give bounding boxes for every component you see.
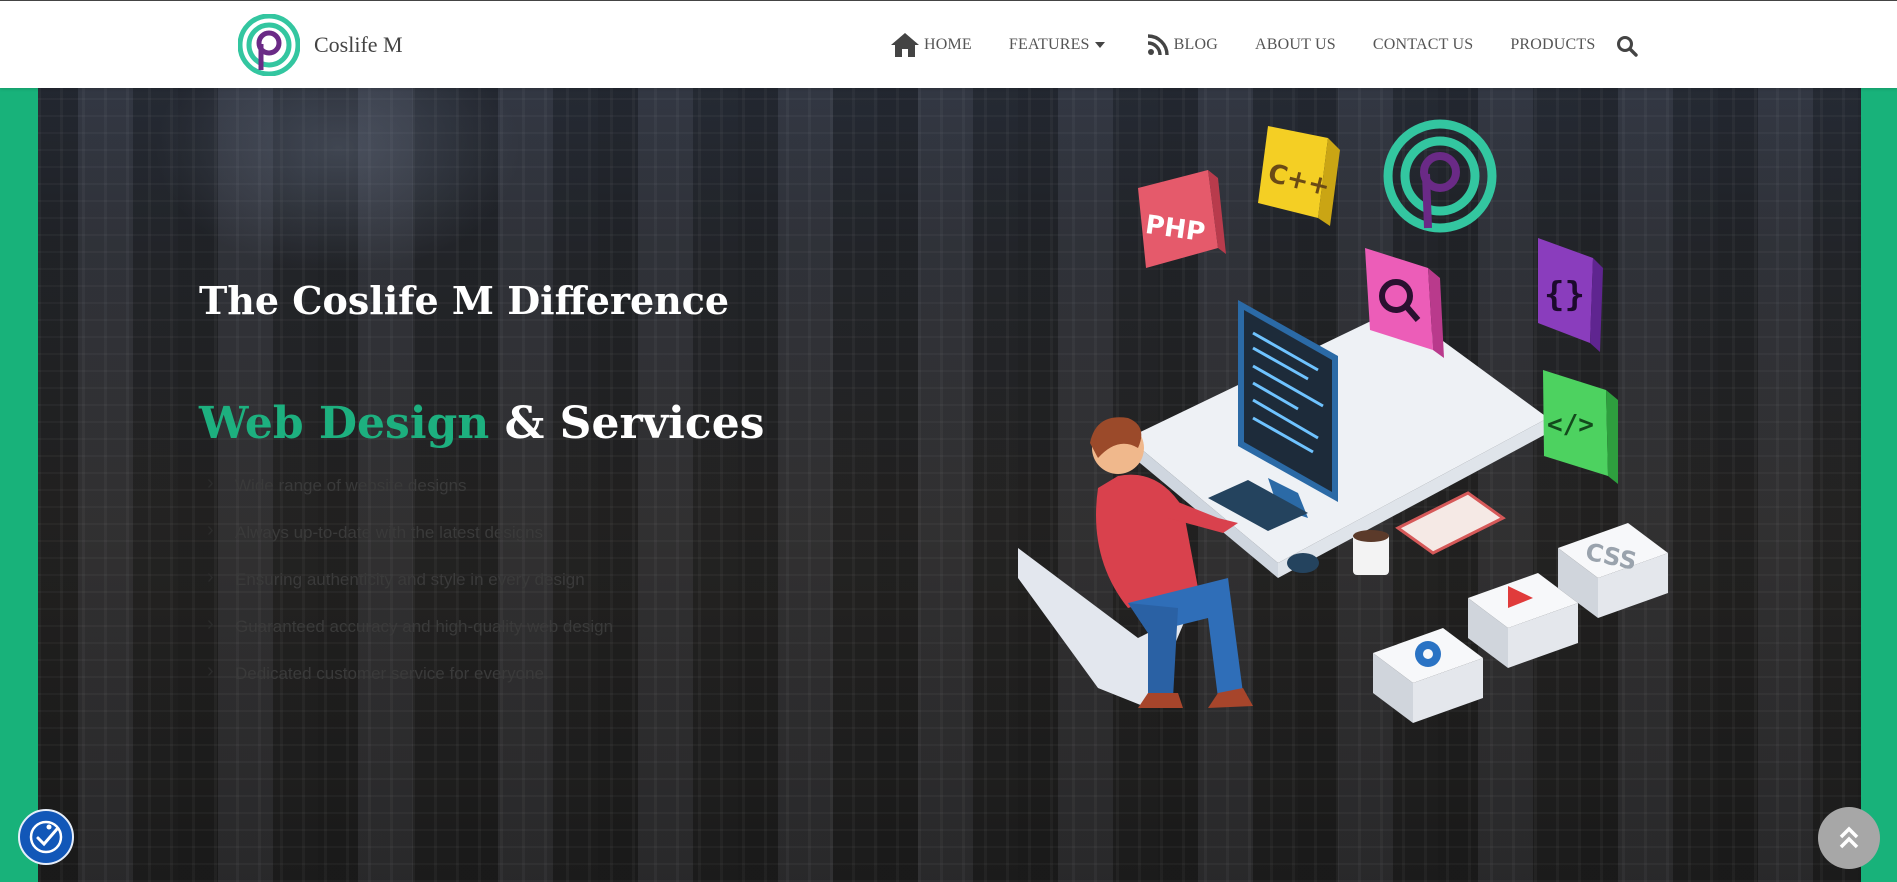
nav-blog-label: BLOG: [1173, 36, 1219, 53]
coslife-logo-icon: [238, 14, 300, 76]
hero-subtitle-accent: Web Design: [199, 398, 490, 449]
php-block: PHP: [1138, 170, 1226, 268]
web-developer-illustration: PHP C++ {} </> CSS: [1018, 119, 1668, 723]
accessibility-icon: [29, 820, 63, 854]
list-item: Guaranteed accuracy and high-quality web…: [199, 613, 613, 664]
list-item: Wide range of website designs: [199, 472, 613, 523]
brand[interactable]: Coslife M: [238, 14, 403, 76]
floating-logo-icon: [1383, 119, 1497, 233]
code-tag-block: </>: [1543, 370, 1618, 484]
svg-text:{}: {}: [1544, 275, 1585, 315]
nav-about-label: ABOUT US: [1255, 36, 1336, 53]
list-item: Dedicated customer service for everyone.: [199, 660, 613, 711]
rss-icon: [1147, 34, 1169, 56]
nav-features[interactable]: FEATURES: [1009, 36, 1109, 54]
search-icon[interactable]: [1616, 35, 1638, 57]
gear-cube: [1373, 628, 1483, 723]
svg-text:</>: </>: [1547, 410, 1594, 440]
hero-subtitle-rest: & Services: [504, 398, 765, 449]
back-to-top-button[interactable]: [1818, 807, 1880, 869]
hero-title: The Coslife M Difference: [199, 278, 730, 323]
nav-blog[interactable]: BLOG: [1146, 34, 1218, 56]
feature-list: Wide range of website designs Always up-…: [199, 472, 613, 711]
nav-products[interactable]: PRODUCTS: [1510, 36, 1595, 54]
top-navbar: Coslife M HOME FEATURES BLOG ABOUT US CO…: [0, 0, 1897, 88]
caret-down-icon: [1094, 42, 1105, 48]
nav-products-label: PRODUCTS: [1510, 36, 1596, 53]
nav-contact-label: CONTACT US: [1372, 36, 1474, 53]
main-nav: HOME FEATURES BLOG ABOUT US CONTACT US P…: [890, 1, 1633, 89]
hero-section: The Coslife M Difference Web Design & Se…: [38, 88, 1861, 882]
brand-name: Coslife M: [314, 32, 403, 57]
nav-home-label: HOME: [924, 36, 972, 53]
cpp-block: C++: [1258, 126, 1340, 226]
hero-subtitle: Web Design & Services: [199, 398, 764, 449]
accessibility-button[interactable]: [18, 809, 74, 865]
nav-contact[interactable]: CONTACT US: [1373, 36, 1473, 54]
nav-about[interactable]: ABOUT US: [1255, 36, 1336, 54]
nav-features-label: FEATURES: [1008, 36, 1090, 53]
braces-block: {}: [1538, 238, 1603, 352]
chevron-double-up-icon: [1839, 826, 1859, 849]
list-item: Ensuring authenticity and style in every…: [199, 566, 613, 617]
list-item: Always up-to-date with the latest design…: [199, 519, 613, 570]
home-icon: [891, 33, 919, 57]
nav-home[interactable]: HOME: [890, 32, 972, 58]
